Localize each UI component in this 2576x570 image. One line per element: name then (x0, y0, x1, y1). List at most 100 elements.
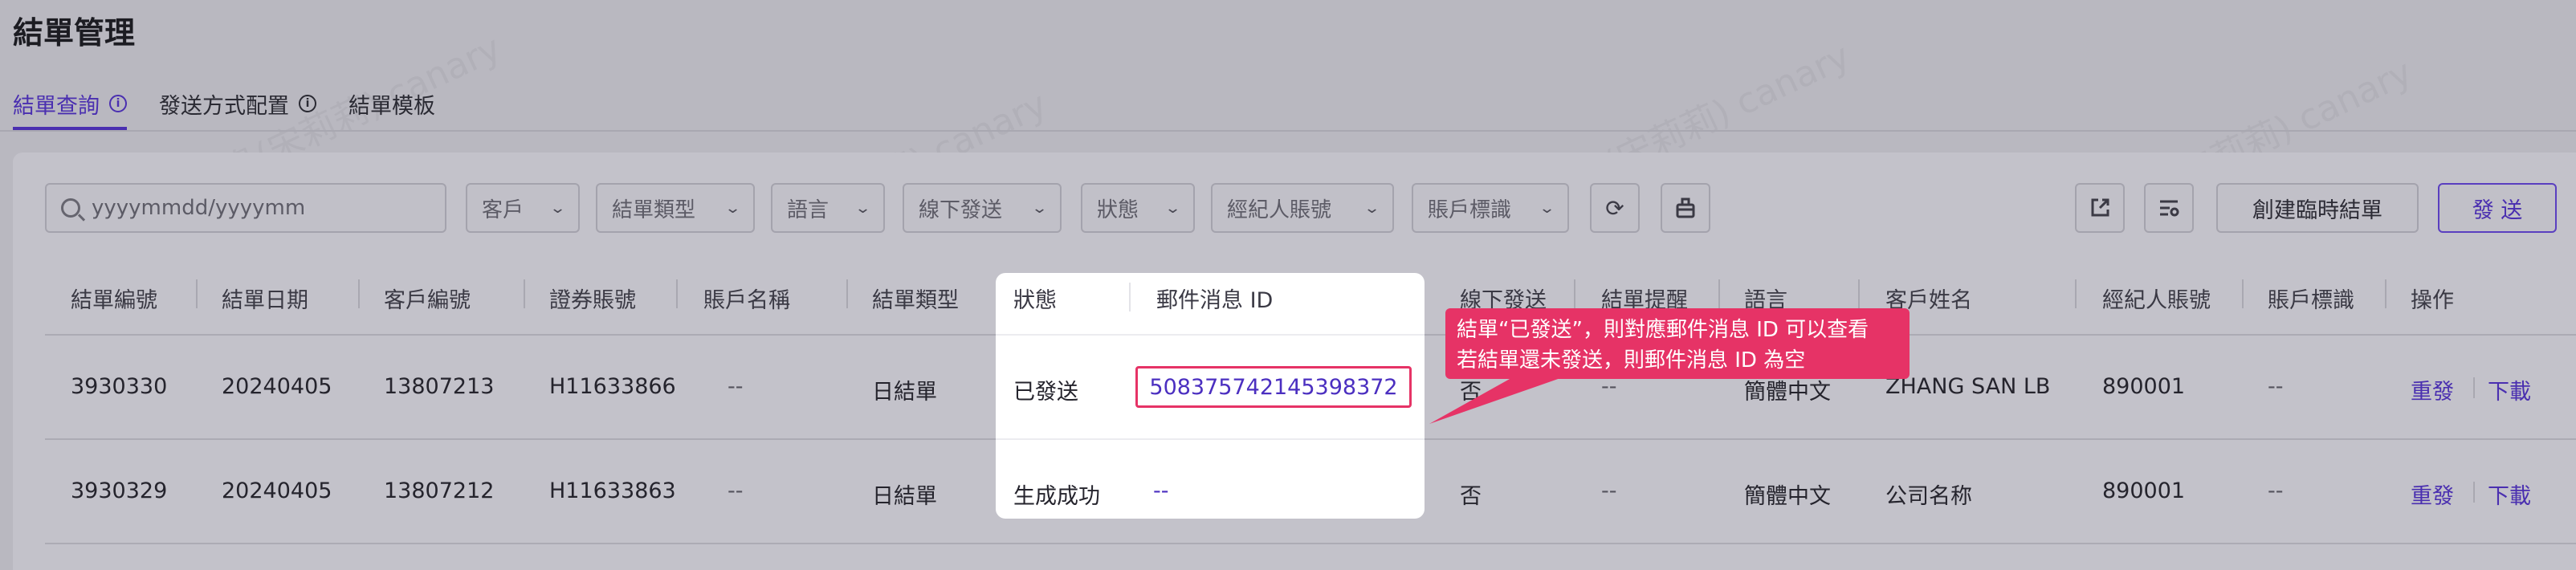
cell-broker: 890001 (2102, 374, 2186, 399)
info-icon[interactable]: i (109, 95, 127, 112)
col-header-date: 結單日期 (222, 288, 308, 313)
callout-line-1: 結單“已發送”，則對應郵件消息 ID 可以查看 (1457, 318, 1869, 342)
chevron-down-icon: ⌄ (548, 199, 567, 217)
row-divider (996, 334, 1425, 336)
message-id-link[interactable]: 508375742145398372 (1135, 366, 1412, 408)
column-divider (2242, 279, 2244, 308)
row-divider (996, 438, 1425, 440)
info-icon[interactable]: i (299, 95, 316, 112)
refresh-icon: ⟳ (1605, 194, 1624, 222)
column-divider (524, 279, 525, 308)
cell-type: 日結單 (872, 380, 937, 405)
search-placeholder: yyyymmdd/yyyymm (92, 196, 306, 220)
resend-link[interactable]: 重發 (2411, 478, 2454, 510)
chevron-down-icon: ⌄ (723, 199, 742, 217)
refresh-button[interactable]: ⟳ (1590, 183, 1640, 233)
search-icon (61, 198, 80, 218)
filter-type[interactable]: 結單類型 ⌄ (596, 183, 755, 233)
cell-status: 已發送 (1013, 380, 1078, 405)
tab-label: 發送方式配置 (159, 93, 289, 119)
search-input[interactable]: yyyymmdd/yyyymm (45, 183, 446, 233)
column-divider (1574, 279, 1575, 308)
select-label: 結單類型 (612, 197, 696, 222)
col-header-broker: 經紀人賬號 (2102, 288, 2211, 313)
col-header-account-name: 賬戶名稱 (703, 288, 790, 313)
column-settings-button[interactable] (2144, 183, 2194, 233)
row-divider (45, 543, 2576, 544)
highlight-card: 狀態 郵件消息 ID 已發送 508375742145398372 生成成功 -… (996, 273, 1425, 519)
select-label: 語言 (787, 197, 829, 222)
create-temp-statement-button[interactable]: 創建臨時結單 (2216, 183, 2419, 233)
col-header-client-no: 客戶編號 (384, 288, 471, 313)
cell-client-no: 13807212 (384, 478, 495, 503)
cell-client-name: 公司名称 (1885, 484, 1972, 509)
column-divider (1858, 279, 1860, 308)
cell-date: 20240405 (222, 478, 332, 503)
page-title: 結單管理 (13, 15, 136, 51)
cell-account-name: -- (728, 478, 744, 503)
tab-divider (0, 130, 2576, 132)
cell-reminder: -- (1601, 478, 1617, 503)
tab-statement-query[interactable]: 結單查詢 i (13, 77, 127, 130)
resend-link[interactable]: 重發 (2411, 374, 2454, 405)
cell-statement-no: 3930330 (71, 374, 168, 399)
filter-offline[interactable]: 線下發送 ⌄ (903, 183, 1062, 233)
action-divider (2473, 482, 2475, 503)
annotation-callout: 結單“已發送”，則對應郵件消息 ID 可以查看 若結單還未發送，則郵件消息 ID… (1445, 308, 1910, 379)
chevron-down-icon: ⌄ (1538, 199, 1556, 217)
chevron-down-icon: ⌄ (1363, 199, 1381, 217)
select-label: 經紀人賬號 (1227, 197, 1332, 222)
tab-template[interactable]: 結單模板 (348, 77, 435, 130)
cell-account-name: -- (728, 374, 744, 399)
download-link[interactable]: 下載 (2488, 478, 2531, 510)
download-link[interactable]: 下載 (2488, 374, 2531, 405)
col-header-account: 證券賬號 (549, 288, 636, 313)
filter-account-flag[interactable]: 賬戶標識 ⌄ (1412, 183, 1569, 233)
cell-broker: 890001 (2102, 478, 2186, 503)
export-button[interactable] (2075, 183, 2125, 233)
filter-broker[interactable]: 經紀人賬號 ⌄ (1211, 183, 1394, 233)
cell-client-no: 13807213 (384, 374, 495, 399)
column-divider (2385, 279, 2386, 308)
column-divider (358, 279, 360, 308)
tab-label: 結單查詢 (13, 93, 100, 119)
col-header-account-flag: 賬戶標識 (2268, 288, 2354, 313)
column-divider (196, 279, 198, 308)
export-icon (2091, 198, 2109, 217)
column-divider (2075, 279, 2077, 308)
settings-icon (2160, 200, 2179, 217)
cell-status: 生成成功 (1013, 484, 1100, 509)
cell-language: 簡體中文 (1744, 484, 1831, 509)
tab-send-config[interactable]: 發送方式配置 i (159, 77, 316, 130)
cell-account: H11633866 (549, 374, 676, 399)
filter-status[interactable]: 狀態 ⌄ (1081, 183, 1195, 233)
select-label: 狀態 (1097, 197, 1139, 222)
cell-account-flag: -- (2268, 374, 2284, 399)
chevron-down-icon: ⌄ (854, 199, 872, 217)
column-divider (1129, 283, 1131, 311)
cell-offline: 否 (1460, 484, 1482, 509)
col-header-status: 狀態 (1013, 288, 1057, 313)
clear-button[interactable] (1661, 183, 1710, 233)
select-label: 客戶 (482, 197, 524, 222)
tab-label: 結單模板 (348, 93, 435, 119)
cell-account: H11633863 (549, 478, 676, 503)
chevron-down-icon: ⌄ (1030, 199, 1049, 217)
col-header-type: 結單類型 (872, 288, 959, 313)
filter-client[interactable]: 客戶 ⌄ (466, 183, 580, 233)
col-header-message-id: 郵件消息 ID (1156, 288, 1274, 313)
cell-account-flag: -- (2268, 478, 2284, 503)
cell-client-name: ZHANG SAN LB (1885, 374, 2051, 399)
col-header-statement-no: 結單編號 (71, 288, 157, 313)
filter-language[interactable]: 語言 ⌄ (771, 183, 885, 233)
column-divider (1718, 279, 1720, 308)
column-divider (676, 279, 678, 308)
tab-bar: 結單查詢 i 發送方式配置 i 結單模板 (13, 77, 467, 130)
clear-icon (1676, 197, 1695, 218)
send-button[interactable]: 發 送 (2438, 183, 2557, 233)
cell-statement-no: 3930329 (71, 478, 168, 503)
column-divider (846, 279, 848, 308)
cell-date: 20240405 (222, 374, 332, 399)
select-label: 線下發送 (919, 197, 1003, 222)
callout-line-2: 若結單還未發送，則郵件消息 ID 為空 (1457, 348, 1806, 373)
